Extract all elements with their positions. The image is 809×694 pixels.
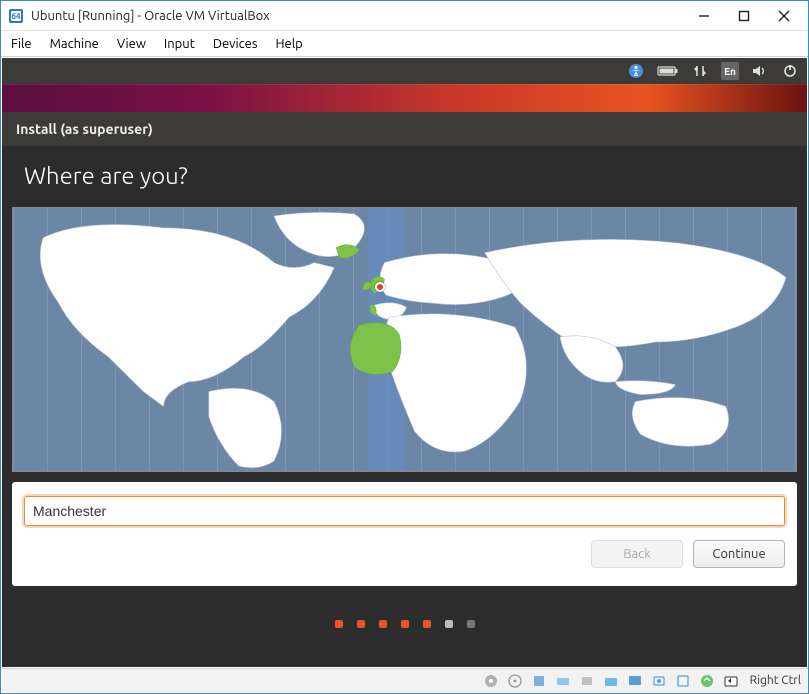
progress-dot <box>445 620 453 628</box>
menu-file[interactable]: File <box>11 37 32 51</box>
close-button[interactable] <box>764 1 804 31</box>
host-key-label: Right Ctrl <box>750 674 801 687</box>
maximize-button[interactable] <box>724 1 764 31</box>
progress-dot <box>467 620 475 628</box>
progress-dot <box>335 620 343 628</box>
window-title: Ubuntu [Running] - Oracle VM VirtualBox <box>31 9 684 23</box>
recording-icon[interactable] <box>650 672 668 690</box>
virtualbox-icon: 64 <box>7 7 25 25</box>
menu-help[interactable]: Help <box>276 37 303 51</box>
volume-icon[interactable] <box>751 62 769 80</box>
host-statusbar: Right Ctrl <box>2 668 807 692</box>
guest-display: En Install (as superuser) Where are you? <box>2 58 807 667</box>
back-button[interactable]: Back <box>591 540 683 568</box>
continue-button[interactable]: Continue <box>693 540 785 568</box>
host-titlebar: 64 Ubuntu [Running] - Oracle VM VirtualB… <box>1 1 808 31</box>
display-icon[interactable] <box>626 672 644 690</box>
optical-disk-icon[interactable] <box>506 672 524 690</box>
progress-dot <box>357 620 365 628</box>
ubuntu-top-panel: En <box>2 58 807 84</box>
progress-dot <box>379 620 387 628</box>
location-pin <box>375 282 387 294</box>
progress-dots <box>2 586 807 662</box>
timezone-map[interactable] <box>12 207 797 472</box>
accessibility-icon[interactable] <box>627 62 645 80</box>
audio-icon[interactable] <box>530 672 548 690</box>
host-menubar: File Machine View Input Devices Help <box>1 31 808 57</box>
menu-machine[interactable]: Machine <box>50 37 99 51</box>
menu-view[interactable]: View <box>117 37 146 51</box>
battery-icon[interactable] <box>657 62 679 80</box>
power-icon[interactable] <box>781 62 799 80</box>
progress-dot <box>401 620 409 628</box>
minimize-button[interactable] <box>684 1 724 31</box>
menu-devices[interactable]: Devices <box>213 37 258 51</box>
installer-titlebar: Install (as superuser) <box>2 112 807 146</box>
page-title: Where are you? <box>2 146 807 207</box>
language-indicator[interactable]: En <box>721 62 739 80</box>
svg-text:64: 64 <box>11 12 21 21</box>
progress-dot <box>423 620 431 628</box>
network-icon[interactable] <box>691 62 709 80</box>
cpu-icon[interactable] <box>674 672 692 690</box>
mouse-integration-icon[interactable] <box>698 672 716 690</box>
shared-folders-icon[interactable] <box>602 672 620 690</box>
hard-disk-icon[interactable] <box>482 672 500 690</box>
keyboard-capture-icon[interactable] <box>722 672 740 690</box>
installer-window: Install (as superuser) Where are you? <box>2 112 807 662</box>
ubuntu-gradient-strip <box>2 84 807 112</box>
usb-icon[interactable] <box>578 672 596 690</box>
menu-input[interactable]: Input <box>164 37 195 51</box>
network-adapter-icon[interactable] <box>554 672 572 690</box>
location-input[interactable] <box>24 496 785 526</box>
